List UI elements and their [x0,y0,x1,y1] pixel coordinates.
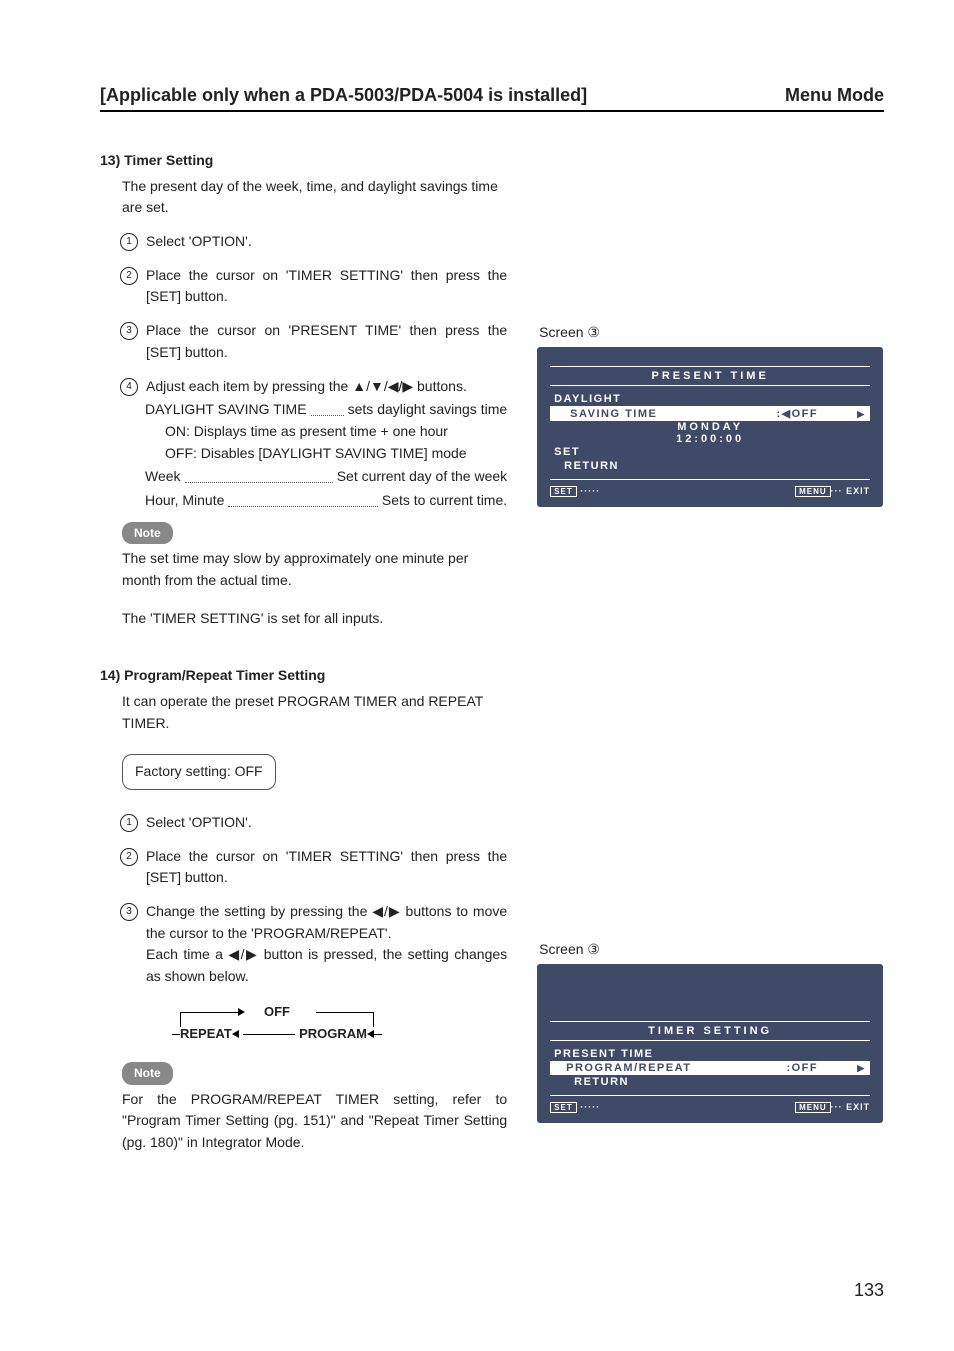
def-name: Week [145,466,181,488]
osd-row-label: DAYLIGHT [554,393,621,405]
osd-exit: ··· EXIT [831,1102,871,1112]
cycle-diagram: OFF REPEAT PROGRAM [172,1002,382,1044]
factory-setting-box: Factory setting: OFF [122,754,276,790]
circled-num: 3 [120,903,138,921]
step-text: Select 'OPTION'. [146,812,507,834]
circled-num: 1 [120,233,138,251]
osd-exit: ··· EXIT [831,486,871,496]
step-text: Change the setting by pressing the ◀/▶ b… [146,901,507,944]
osd-screen-present-time: PRESENT TIME DAYLIGHT SAVING TIME :◀OFF … [537,347,883,507]
cycle-program: PROGRAM [299,1024,367,1044]
step-text: Place the cursor on 'TIMER SETTING' then… [146,846,507,889]
circled-num: 2 [120,267,138,285]
osd-footer: SET ····· MENU··· EXIT [550,486,870,496]
osd-row-value: :◀OFF [776,408,818,420]
def-name: DAYLIGHT SAVING TIME [145,399,307,421]
set-key-icon: SET [550,1102,577,1113]
circled-num: 3 [120,322,138,340]
step-text: Each time a ◀/▶ button is pressed, the s… [146,944,507,987]
s14-step1: 1 Select 'OPTION'. [120,812,507,834]
osd1-caption: Screen ③ [539,324,884,341]
section13-heading: 13) Timer Setting [100,150,507,172]
page-number: 133 [854,1280,884,1301]
osd-row-label: PRESENT TIME [554,1048,653,1060]
s14-note-text: For the PROGRAM/REPEAT TIMER setting, re… [122,1089,507,1154]
set-key-icon: SET [550,486,577,497]
s14-step3: 3 Change the setting by pressing the ◀/▶… [120,901,507,988]
menu-key-icon: MENU [795,486,831,497]
osd-title: PRESENT TIME [550,366,870,386]
osd-selected-row[interactable]: PROGRAM/REPEAT :OFF ▶ [550,1061,870,1075]
section13-intro: The present day of the week, time, and d… [122,176,507,219]
def-val: sets daylight savings time [348,399,508,421]
osd-day: MONDAY [550,421,870,433]
osd-row-label: PROGRAM/REPEAT [556,1062,691,1074]
header-right: Menu Mode [785,85,884,106]
osd-title: TIMER SETTING [550,1021,870,1041]
circled-num: 2 [120,848,138,866]
osd-screen-timer-setting: TIMER SETTING PRESENT TIME PROGRAM/REPEA… [537,964,883,1123]
osd-return: RETURN [554,1076,629,1088]
circled-num: 4 [120,378,138,396]
osd2-caption: Screen ③ [539,941,884,958]
s13-note-text: The set time may slow by approximately o… [122,548,507,591]
section14-intro: It can operate the preset PROGRAM TIMER … [122,691,507,734]
page-header: [Applicable only when a PDA-5003/PDA-500… [100,85,884,112]
menu-key-icon: MENU [795,1102,831,1113]
cycle-off: OFF [258,1002,296,1022]
arrow-right-icon: ▶ [857,1063,864,1073]
step-text: Place the cursor on 'PRESENT TIME' then … [146,320,507,363]
def-name: Hour, Minute [145,490,224,512]
osd-row-label: SAVING TIME [556,408,657,420]
s13-step3: 3 Place the cursor on 'PRESENT TIME' the… [120,320,507,363]
s13-step2: 2 Place the cursor on 'TIMER SETTING' th… [120,265,507,308]
def-hm: Hour, Minute Sets to current time. [145,490,507,512]
osd-footer: SET ····· MENU··· EXIT [550,1102,870,1112]
cycle-repeat: REPEAT [180,1024,232,1044]
section14-heading: 14) Program/Repeat Timer Setting [100,665,507,687]
step-text: Select 'OPTION'. [146,231,507,253]
arrow-right-icon: ▶ [857,409,864,419]
circled-num: 1 [120,814,138,832]
osd-time: 12:00:00 [550,433,870,445]
s14-step2: 2 Place the cursor on 'TIMER SETTING' th… [120,846,507,889]
def-dst-on: ON: Displays time as present time + one … [165,421,507,443]
note-badge: Note [122,522,173,545]
osd-selected-row[interactable]: SAVING TIME :◀OFF ▶ [550,406,870,421]
header-left: [Applicable only when a PDA-5003/PDA-500… [100,85,587,106]
def-val: Sets to current time. [382,490,507,512]
osd-set: SET [554,446,580,458]
def-dst: DAYLIGHT SAVING TIME sets daylight savin… [145,399,507,421]
note-badge: Note [122,1062,173,1085]
step-text: Place the cursor on 'TIMER SETTING' then… [146,265,507,308]
osd-row-value: :OFF [786,1062,818,1074]
s13-closing: The 'TIMER SETTING' is set for all input… [122,608,507,630]
osd-return: RETURN [554,460,619,472]
s13-step1: 1 Select 'OPTION'. [120,231,507,253]
